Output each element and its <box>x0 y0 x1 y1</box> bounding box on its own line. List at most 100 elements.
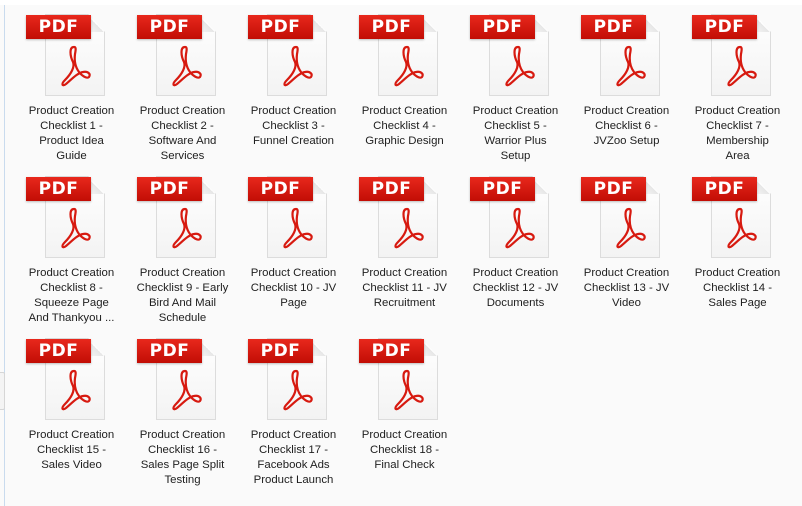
file-name-line: Product Creation <box>583 105 670 117</box>
file-name-line: Funnel Creation <box>252 135 335 147</box>
file-item-13[interactable]: PDF Product Creation Checklist 13 - JV Vid… <box>571 170 682 332</box>
file-name-line: Checklist 8 - <box>40 282 103 294</box>
file-name-label: Product Creation Checklist 17 - Facebook A… <box>238 428 349 488</box>
file-name-line: Product Creation <box>139 105 226 117</box>
file-name-line: Software And <box>148 135 217 147</box>
file-item-1[interactable]: PDF Product Creation Checklist 1 - Product… <box>16 8 127 170</box>
pdf-file-icon: PDF <box>24 334 119 422</box>
pdf-badge: PDF <box>581 177 646 201</box>
file-item-11[interactable]: PDF Product Creation Checklist 11 - JV Rec… <box>349 170 460 332</box>
file-name-line: Checklist 2 - <box>151 120 214 132</box>
file-name-line: And Thankyou ... <box>28 312 115 324</box>
file-name-line: Testing <box>164 474 201 486</box>
pdf-badge-text: PDF <box>371 179 412 199</box>
file-item-10[interactable]: PDF Product Creation Checklist 10 - JV Pag… <box>238 170 349 332</box>
file-item-15[interactable]: PDF Product Creation Checklist 15 - Sales … <box>16 332 127 494</box>
file-name-line: Checklist 15 - <box>36 444 106 456</box>
file-name-line: Membership <box>706 135 769 147</box>
pdf-badge: PDF <box>359 339 424 363</box>
file-name-line: Product Creation <box>28 267 115 279</box>
pdf-file-icon: PDF <box>135 334 230 422</box>
file-name-line: Product Creation <box>694 267 781 279</box>
file-name-line: Page <box>280 297 307 309</box>
file-item-5[interactable]: PDF Product Creation Checklist 5 - Warrior… <box>460 8 571 170</box>
pdf-badge: PDF <box>470 15 535 39</box>
pdf-file-icon: PDF <box>690 10 785 98</box>
pdf-badge-text: PDF <box>593 179 634 199</box>
file-name-label: Product Creation Checklist 8 - Squeeze Pag… <box>16 266 127 326</box>
file-item-7[interactable]: PDF Product Creation Checklist 7 - Members… <box>682 8 793 170</box>
file-item-4[interactable]: PDF Product Creation Checklist 4 - Graphic… <box>349 8 460 170</box>
file-item-9[interactable]: PDF Product Creation Checklist 9 - Early B… <box>127 170 238 332</box>
pdf-badge-text: PDF <box>38 17 79 37</box>
file-name-label: Product Creation Checklist 16 - Sales Page… <box>127 428 238 488</box>
file-item-17[interactable]: PDF Product Creation Checklist 17 - Facebo… <box>238 332 349 494</box>
file-name-label: Product Creation Checklist 4 - Graphic Des… <box>349 104 460 149</box>
splitter-handle[interactable] <box>0 372 5 410</box>
pdf-file-icon: PDF <box>24 10 119 98</box>
file-item-6[interactable]: PDF Product Creation Checklist 6 - JVZoo S… <box>571 8 682 170</box>
pdf-file-icon: PDF <box>468 10 563 98</box>
file-name-line: Product Creation <box>28 105 115 117</box>
pdf-badge: PDF <box>137 15 202 39</box>
pdf-badge: PDF <box>692 15 757 39</box>
pdf-file-icon: PDF <box>135 172 230 260</box>
acrobat-logo-icon <box>283 207 313 249</box>
acrobat-logo-icon <box>172 207 202 249</box>
file-name-line: Bird And Mail <box>148 297 217 309</box>
pdf-badge-text: PDF <box>260 179 301 199</box>
pdf-badge: PDF <box>26 339 91 363</box>
file-name-line: Checklist 14 - <box>702 282 772 294</box>
pdf-file-icon: PDF <box>690 172 785 260</box>
pdf-badge-text: PDF <box>371 341 412 361</box>
file-item-8[interactable]: PDF Product Creation Checklist 8 - Squeeze… <box>16 170 127 332</box>
file-name-line: Product Creation <box>583 267 670 279</box>
file-item-2[interactable]: PDF Product Creation Checklist 2 - Softwar… <box>127 8 238 170</box>
file-name-line: Product Creation <box>361 267 448 279</box>
pdf-badge-text: PDF <box>149 341 190 361</box>
navigation-pane-divider[interactable] <box>4 5 5 506</box>
acrobat-logo-icon <box>505 45 535 87</box>
file-name-line: Product Creation <box>472 105 559 117</box>
pdf-file-icon: PDF <box>357 10 452 98</box>
pdf-badge: PDF <box>359 177 424 201</box>
file-name-line: Product Creation <box>361 429 448 441</box>
file-name-line: Product Creation <box>250 267 337 279</box>
pdf-badge-text: PDF <box>149 17 190 37</box>
file-name-line: Checklist 17 - <box>258 444 328 456</box>
file-item-14[interactable]: PDF Product Creation Checklist 14 - Sales … <box>682 170 793 332</box>
acrobat-logo-icon <box>283 369 313 411</box>
pdf-file-icon: PDF <box>135 10 230 98</box>
pdf-badge: PDF <box>26 177 91 201</box>
file-item-18[interactable]: PDF Product Creation Checklist 18 - Final … <box>349 332 460 494</box>
pdf-badge: PDF <box>248 177 313 201</box>
file-name-line: Checklist 6 - <box>595 120 658 132</box>
acrobat-logo-icon <box>505 207 535 249</box>
pdf-badge-text: PDF <box>149 179 190 199</box>
file-item-12[interactable]: PDF Product Creation Checklist 12 - JV Doc… <box>460 170 571 332</box>
pdf-file-icon: PDF <box>246 334 341 422</box>
file-name-line: Checklist 3 - <box>262 120 325 132</box>
file-name-line: Product Creation <box>250 429 337 441</box>
file-name-line: Sales Page Split <box>140 459 225 471</box>
pdf-badge: PDF <box>26 15 91 39</box>
file-name-line: Product Creation <box>28 429 115 441</box>
file-name-label: Product Creation Checklist 13 - JV Video <box>571 266 682 311</box>
file-name-line: Checklist 7 - <box>706 120 769 132</box>
file-name-line: Guide <box>56 150 87 162</box>
file-item-16[interactable]: PDF Product Creation Checklist 16 - Sales … <box>127 332 238 494</box>
file-name-line: JVZoo Setup <box>593 135 660 147</box>
file-name-line: Schedule <box>158 312 207 324</box>
file-name-line: Checklist 16 - <box>147 444 217 456</box>
file-name-line: Final Check <box>374 459 435 471</box>
file-name-line: Sales Page <box>708 297 767 309</box>
pdf-badge: PDF <box>692 177 757 201</box>
pdf-file-icon: PDF <box>246 10 341 98</box>
pdf-badge-text: PDF <box>593 17 634 37</box>
pdf-file-icon: PDF <box>579 172 674 260</box>
file-item-3[interactable]: PDF Product Creation Checklist 3 - Funnel … <box>238 8 349 170</box>
pdf-badge-text: PDF <box>704 179 745 199</box>
pdf-badge-text: PDF <box>371 17 412 37</box>
file-name-label: Product Creation Checklist 10 - JV Page <box>238 266 349 311</box>
pdf-file-icon: PDF <box>357 334 452 422</box>
